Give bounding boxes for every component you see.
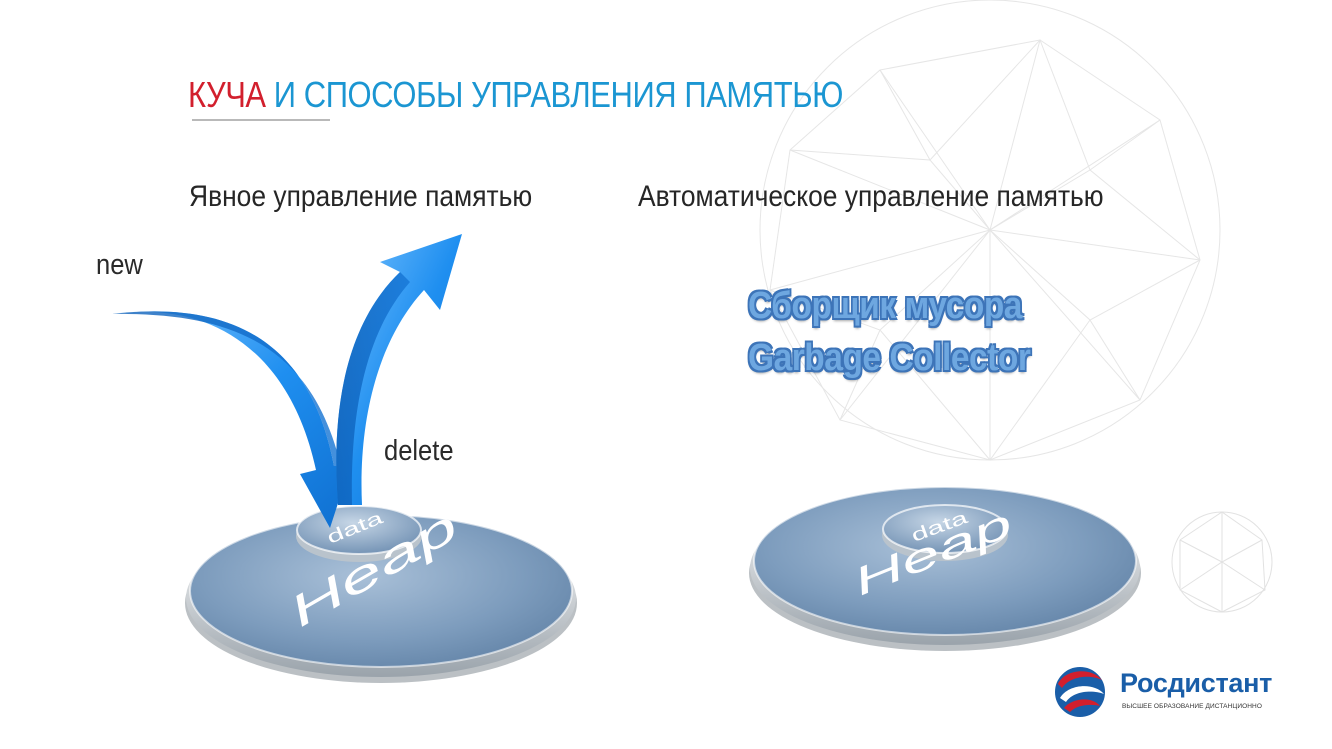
rosdistant-logo: Росдистант ВЫСШЕЕ ОБРАЗОВАНИЕ ДИСТАНЦИОН… bbox=[1050, 662, 1290, 720]
rosdistant-emblem-icon bbox=[1053, 665, 1107, 719]
slide: КУЧА И СПОСОБЫ УПРАВЛЕНИЯ ПАМЯТЬЮ Явное … bbox=[0, 0, 1332, 749]
logo-tagline: ВЫСШЕЕ ОБРАЗОВАНИЕ ДИСТАНЦИОННО bbox=[1122, 703, 1262, 710]
gc-line-en: Garbage Collector bbox=[748, 337, 1031, 379]
garbage-collector-caption: Сборщик мусора Garbage Collector bbox=[748, 280, 1031, 384]
new-arrow bbox=[112, 311, 350, 528]
logo-name: Росдистант bbox=[1120, 668, 1273, 698]
gc-line-ru: Сборщик мусора bbox=[748, 285, 1022, 327]
left-heap-disk bbox=[185, 505, 577, 683]
heap-illustration: Heap data Heap data bbox=[112, 234, 1141, 683]
delete-label: delete bbox=[384, 435, 454, 467]
